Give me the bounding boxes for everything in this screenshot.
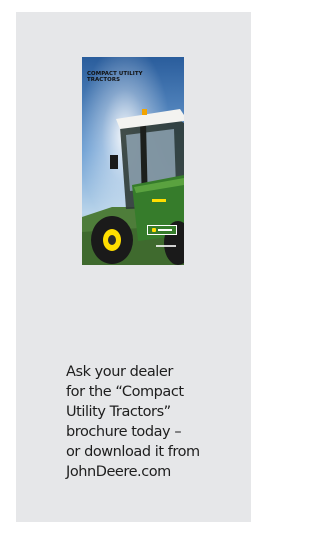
brochure-footer-line <box>156 245 176 247</box>
john-deere-logo-icon <box>147 225 177 235</box>
logo-wordmark <box>158 229 172 231</box>
deer-icon <box>152 228 156 232</box>
caption-text: Ask your dealer for the “Compact Utility… <box>66 364 200 480</box>
brochure-cover-image: COMPACT UTILITY TRACTORS <box>82 57 184 265</box>
brochure-title: COMPACT UTILITY TRACTORS <box>87 71 143 83</box>
promo-panel: COMPACT UTILITY TRACTORS Ask your dealer… <box>16 12 251 522</box>
